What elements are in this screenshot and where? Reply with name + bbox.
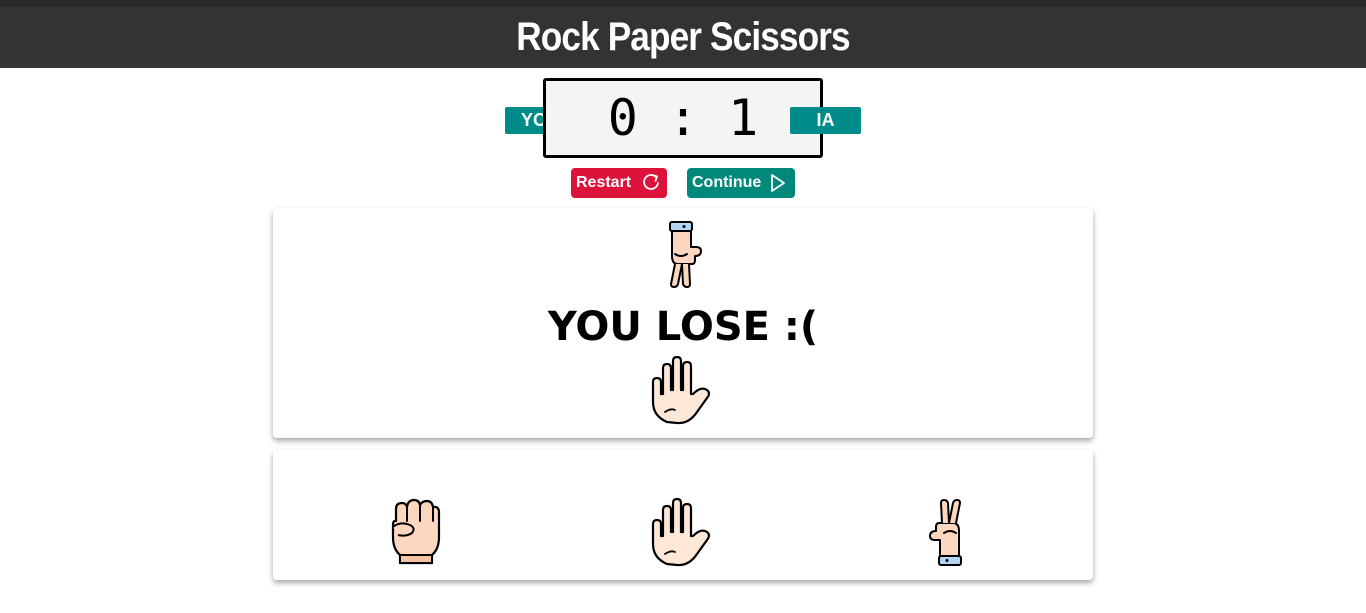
result-card: YOU LOSE :( <box>273 208 1093 438</box>
choices-card <box>273 450 1093 580</box>
scissors-hand-icon[interactable] <box>924 496 970 568</box>
page-title: Rock Paper Scissors <box>516 15 850 59</box>
rock-fist-icon[interactable] <box>388 497 444 567</box>
scoreboard: 0 : 1 <box>543 78 823 158</box>
paper-hand-icon <box>651 355 711 425</box>
play-icon <box>771 174 785 192</box>
continue-label: Continue <box>692 174 762 191</box>
restart-icon <box>643 174 659 190</box>
result-message: YOU LOSE :( <box>547 304 819 350</box>
paper-hand-icon[interactable] <box>645 496 721 568</box>
scissors-hand-icon <box>669 221 702 288</box>
score-separator: : <box>667 89 699 147</box>
restart-button[interactable]: Restart <box>571 168 667 198</box>
player-score: 0 <box>607 89 638 147</box>
ia-score: 1 <box>728 89 759 147</box>
app-header: Rock Paper Scissors <box>0 0 1366 68</box>
restart-label: Restart <box>576 174 632 191</box>
ia-label: IA <box>790 107 861 134</box>
continue-button[interactable]: Continue <box>687 168 795 198</box>
